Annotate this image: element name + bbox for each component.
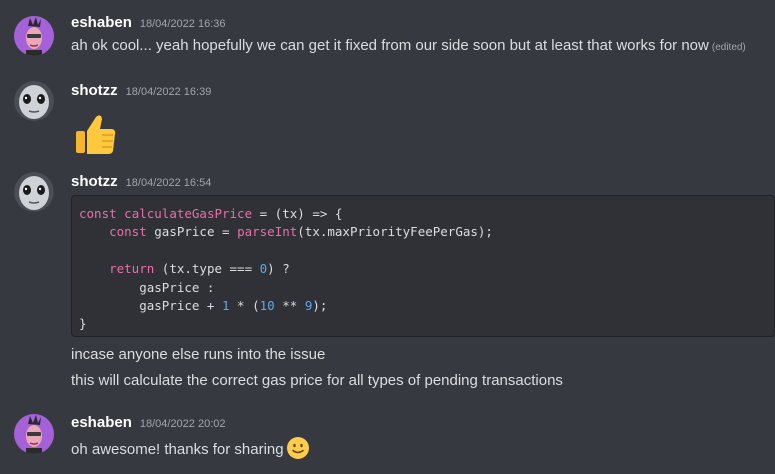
timestamp: 18/04/2022 16:36	[139, 18, 226, 30]
message-header: eshaben 18/04/2022 16:36	[71, 14, 226, 32]
code-line: }	[79, 316, 87, 332]
timestamp: 18/04/2022 20:02	[139, 418, 226, 430]
timestamp: 18/04/2022 16:54	[125, 177, 212, 189]
message-text: ah ok cool... yeah hopefully we can get …	[71, 37, 746, 54]
alien-face-icon	[14, 81, 54, 121]
avatar[interactable]	[14, 172, 54, 212]
code-line: gasPrice :	[79, 279, 215, 295]
avatar[interactable]	[14, 16, 54, 56]
username[interactable]: shotzz	[71, 173, 118, 190]
code-line: return (tx.type === 0) ?	[109, 261, 290, 277]
username[interactable]: eshaben	[71, 414, 132, 431]
message-header: shotzz 18/04/2022 16:54	[71, 173, 211, 191]
message-header: eshaben 18/04/2022 20:02	[71, 414, 226, 432]
alien-face-icon	[14, 172, 54, 212]
code-line: const calculateGasPrice = (tx) => {	[79, 206, 343, 221]
avatar-icon	[14, 16, 54, 56]
code-block[interactable]: const calculateGasPrice = (tx) => { cons…	[71, 195, 775, 337]
code-line: gasPrice + 1 * (10 ** 9);	[79, 297, 328, 313]
slightly-smiling-face-icon[interactable]	[286, 436, 310, 460]
code-line: const gasPrice = parseInt(tx.maxPriority…	[109, 224, 493, 240]
message-line: ah ok cool... yeah hopefully we can get …	[71, 37, 709, 54]
avatar-icon	[14, 414, 54, 454]
avatar[interactable]	[14, 414, 54, 454]
edited-label: (edited)	[711, 42, 746, 53]
message-line: oh awesome! thanks for sharing	[71, 441, 284, 458]
message-line: this will calculate the correct gas pric…	[71, 372, 563, 389]
thumbs-up-icon[interactable]	[72, 111, 118, 157]
avatar[interactable]	[14, 81, 54, 121]
message-header: shotzz 18/04/2022 16:39	[71, 82, 211, 100]
message-text: oh awesome! thanks for sharing	[71, 436, 310, 460]
username[interactable]: eshaben	[71, 14, 132, 31]
username[interactable]: shotzz	[71, 82, 118, 99]
message-line: incase anyone else runs into the issue	[71, 346, 326, 363]
timestamp: 18/04/2022 16:39	[125, 86, 212, 98]
